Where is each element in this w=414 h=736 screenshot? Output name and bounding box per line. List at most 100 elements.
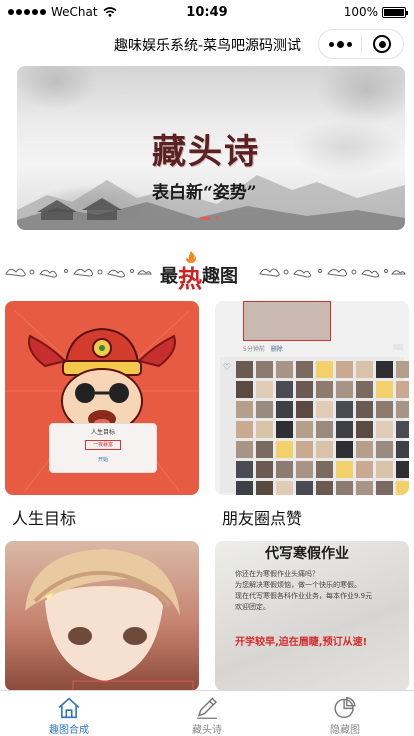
liked-avatar (236, 461, 253, 478)
liked-avatar (316, 481, 333, 495)
liked-avatar (336, 381, 353, 398)
status-left: WeChat (8, 5, 117, 19)
page-title: 趣味娱乐系统-菜鸟吧源码测试 (114, 38, 302, 54)
tab-meme-compose[interactable]: 趣图合成 (0, 691, 138, 736)
pie-chart-icon (334, 696, 356, 719)
status-bar: WeChat 10:49 100% (0, 0, 414, 24)
liked-avatar (396, 481, 409, 495)
tab-label: 趣图合成 (49, 725, 89, 736)
homework-ad-card-image[interactable]: 代写寒假作业 你还在为寒假作业头痛吗？ 为您解决寒假烦恼，做一个快乐的寒假。 现… (215, 541, 409, 691)
liked-avatar (236, 441, 253, 458)
tab-hidden-image[interactable]: 隐藏图 (276, 691, 414, 736)
tab-acrostic-poem[interactable]: 藏头诗 (138, 691, 276, 736)
liked-avatar (396, 361, 409, 378)
life-goal-label[interactable]: 人生目标 (12, 505, 76, 529)
close-target-icon (373, 35, 392, 53)
paper-body: 你还在为寒假作业头痛吗？ 为您解决寒假烦恼，做一个快乐的寒假。 现在代写寒假各科… (235, 569, 400, 613)
like-heart-icon: ♡ (223, 363, 232, 373)
pencil-icon (197, 697, 217, 719)
liked-avatar (336, 401, 353, 418)
liked-avatar (296, 381, 313, 398)
liked-avatar (236, 381, 253, 398)
moments-likes-label[interactable]: 朋友圈点赞 (222, 505, 302, 529)
more-options-button[interactable] (319, 30, 361, 58)
liked-avatar (256, 481, 273, 495)
paper-slogan: 开学较早,迫在眉睫,预订从速! (235, 637, 368, 648)
liked-avatar (336, 461, 353, 478)
liked-avatar (296, 421, 313, 438)
liked-avatar (316, 421, 333, 438)
liked-avatar (376, 481, 393, 495)
goal-dialog-button: 开始 (97, 457, 108, 463)
liked-avatar (316, 381, 333, 398)
section-title-hot: 热 (178, 265, 202, 293)
liked-avatar (356, 421, 373, 438)
liked-avatar (296, 461, 313, 478)
paper-line: 欢迎团定。 (235, 603, 270, 611)
banner-carousel[interactable]: 藏头诗 表白新“姿势” (17, 66, 405, 230)
anime-portrait-card-image[interactable] (5, 541, 199, 691)
tab-label: 隐藏图 (330, 725, 360, 736)
liked-avatar (296, 481, 313, 495)
liked-avatar (316, 441, 333, 458)
life-goal-card-image[interactable]: 人生目标 一夜暴富 开始 (5, 301, 199, 495)
carrier-name: WeChat (51, 5, 98, 19)
post-meta: 5分钟前 删除 (243, 344, 283, 353)
liked-avatar (236, 481, 253, 495)
liked-avatar (316, 401, 333, 418)
liked-avatar (396, 381, 409, 398)
house-icon (58, 697, 80, 719)
liked-avatar (376, 401, 393, 418)
liked-avatar (376, 421, 393, 438)
liked-avatar (256, 361, 273, 378)
banner-subtitle: 表白新“姿势” (152, 183, 257, 203)
post-time: 5分钟前 (243, 346, 265, 353)
section-title: 最 热 趣图 (160, 262, 238, 293)
paper-line: 你还在为寒假作业头痛吗？ (235, 570, 319, 578)
battery-icon (382, 6, 408, 18)
liked-avatar (336, 441, 353, 458)
liked-avatar (296, 401, 313, 418)
tab-bar: 趣图合成 藏头诗 隐藏图 (0, 690, 414, 736)
liked-avatar (396, 421, 409, 438)
paper-line: 现在代写寒假各科作业业务，每本作业9.9元 (235, 592, 373, 600)
liked-avatar (356, 401, 373, 418)
liked-avatar (396, 441, 409, 458)
liked-avatars-grid: ♡ (220, 357, 409, 495)
liked-avatar (276, 381, 293, 398)
goal-dialog-value: 一夜暴富 (85, 440, 121, 450)
liked-avatar (356, 381, 373, 398)
liked-avatar (276, 461, 293, 478)
liked-avatar (356, 481, 373, 495)
liked-avatar (296, 361, 313, 378)
liked-avatar (276, 361, 293, 378)
section-heading: 最 热 趣图 (0, 248, 414, 293)
liked-avatar (256, 441, 273, 458)
liked-avatar (276, 401, 293, 418)
paper-title: 代写寒假作业 (265, 546, 349, 562)
liked-avatar (276, 441, 293, 458)
cloud-decoration-icon (5, 268, 152, 278)
more-dot-icon (336, 40, 344, 48)
battery-fill (384, 8, 404, 16)
liked-avatar (376, 461, 393, 478)
more-dot-icon (346, 41, 352, 47)
more-dot-icon (328, 41, 334, 47)
liked-avatar (256, 381, 273, 398)
liked-avatar (256, 461, 273, 478)
liked-avatar (316, 461, 333, 478)
mini-program-capsule (318, 29, 404, 59)
goal-dialog: 人生目标 一夜暴富 开始 (49, 423, 157, 473)
liked-avatar (336, 421, 353, 438)
close-button[interactable] (362, 30, 403, 58)
liked-avatar (396, 401, 409, 418)
liked-avatar (316, 361, 333, 378)
liked-avatar (356, 461, 373, 478)
carousel-dot-active (200, 216, 210, 220)
signal-strength-icon (8, 9, 46, 15)
goal-dialog-title: 人生目标 (90, 429, 115, 436)
liked-avatar (376, 441, 393, 458)
cloud-decoration-icon (259, 268, 406, 278)
comment-button-icon (393, 344, 403, 350)
moments-likes-card-image[interactable]: 5分钟前 删除 ♡ (215, 301, 409, 495)
